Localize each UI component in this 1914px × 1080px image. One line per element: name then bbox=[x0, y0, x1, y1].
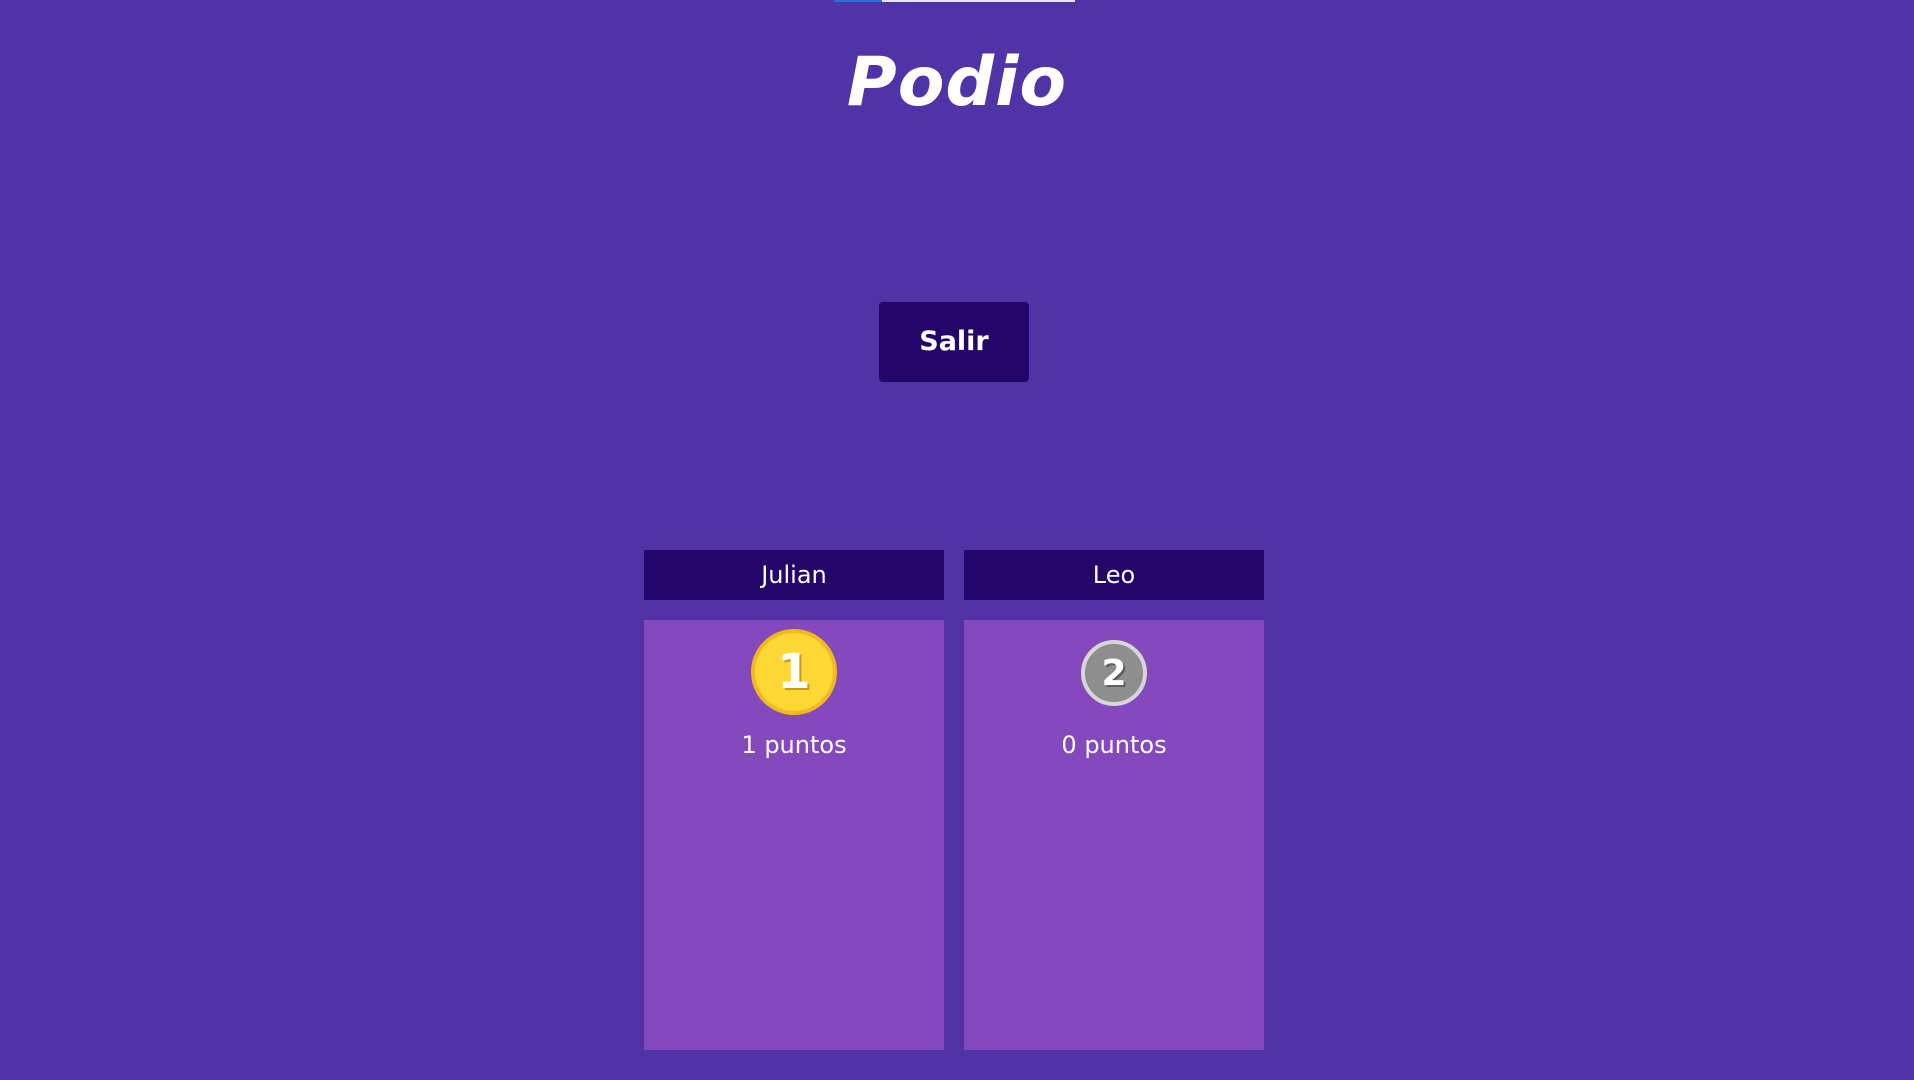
page-title: Podio bbox=[846, 43, 1068, 122]
podium-block: 1 1 puntos bbox=[644, 620, 944, 1050]
podium-block: 2 0 puntos bbox=[964, 620, 1264, 1050]
progress-bar-track bbox=[882, 0, 1075, 2]
medal-rank-number: 1 bbox=[777, 644, 811, 700]
podium-page: Podio Salir Julian 1 1 puntos Leo 2 0 pu… bbox=[0, 0, 1914, 1080]
top-progress-bar bbox=[834, 0, 1075, 2]
player-points: 0 puntos bbox=[1061, 731, 1167, 759]
player-points: 1 puntos bbox=[741, 731, 847, 759]
silver-medal-icon: 2 bbox=[1081, 640, 1147, 706]
exit-button[interactable]: Salir bbox=[879, 302, 1029, 382]
medal-rank-number: 2 bbox=[1101, 652, 1127, 694]
player-name-header: Leo bbox=[964, 550, 1264, 600]
progress-bar-fill bbox=[834, 0, 882, 2]
gold-medal-icon: 1 bbox=[751, 629, 837, 715]
player-name-header: Julian bbox=[644, 550, 944, 600]
